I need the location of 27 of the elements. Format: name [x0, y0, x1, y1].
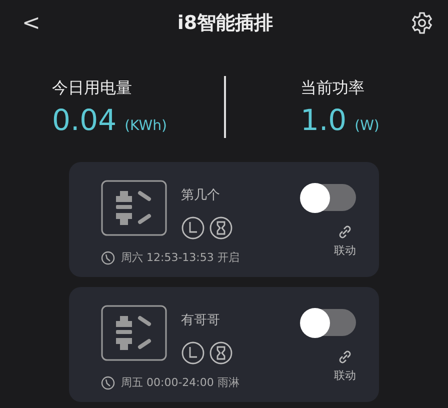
- settings-icon[interactable]: [410, 11, 434, 35]
- stat-value: 0.04: [52, 102, 117, 136]
- socket-icon: [101, 305, 167, 361]
- hourglass-icon[interactable]: [209, 341, 233, 365]
- stat-label: 当前功率: [300, 78, 366, 98]
- schedule-text: 周六 12:53-13:53 开启: [121, 250, 240, 265]
- socket-name: 第几个: [181, 187, 221, 204]
- stat-value: 1.0: [300, 102, 347, 136]
- clock-icon: [101, 376, 115, 390]
- power-toggle[interactable]: [302, 184, 356, 211]
- stat-label: 今日用电量: [52, 78, 133, 98]
- schedule-text: 周五 00:00-24:00 雨淋: [121, 375, 240, 390]
- clock-icon[interactable]: [181, 216, 205, 240]
- hourglass-icon[interactable]: [209, 216, 233, 240]
- stat-unit: (KWh): [124, 118, 167, 134]
- link-icon: [337, 224, 353, 240]
- socket-icon: [101, 180, 167, 236]
- clock-icon: [101, 250, 115, 264]
- link-icon: [337, 349, 353, 365]
- link-button[interactable]: 联动: [334, 224, 356, 258]
- link-button[interactable]: 联动: [334, 349, 356, 383]
- power-toggle[interactable]: [302, 309, 356, 336]
- stat-unit: (W): [354, 118, 380, 134]
- socket-name: 有哥哥: [181, 312, 221, 329]
- clock-icon[interactable]: [181, 341, 205, 365]
- page-title: i8智能插排: [177, 11, 274, 36]
- back-button[interactable]: <: [22, 10, 40, 36]
